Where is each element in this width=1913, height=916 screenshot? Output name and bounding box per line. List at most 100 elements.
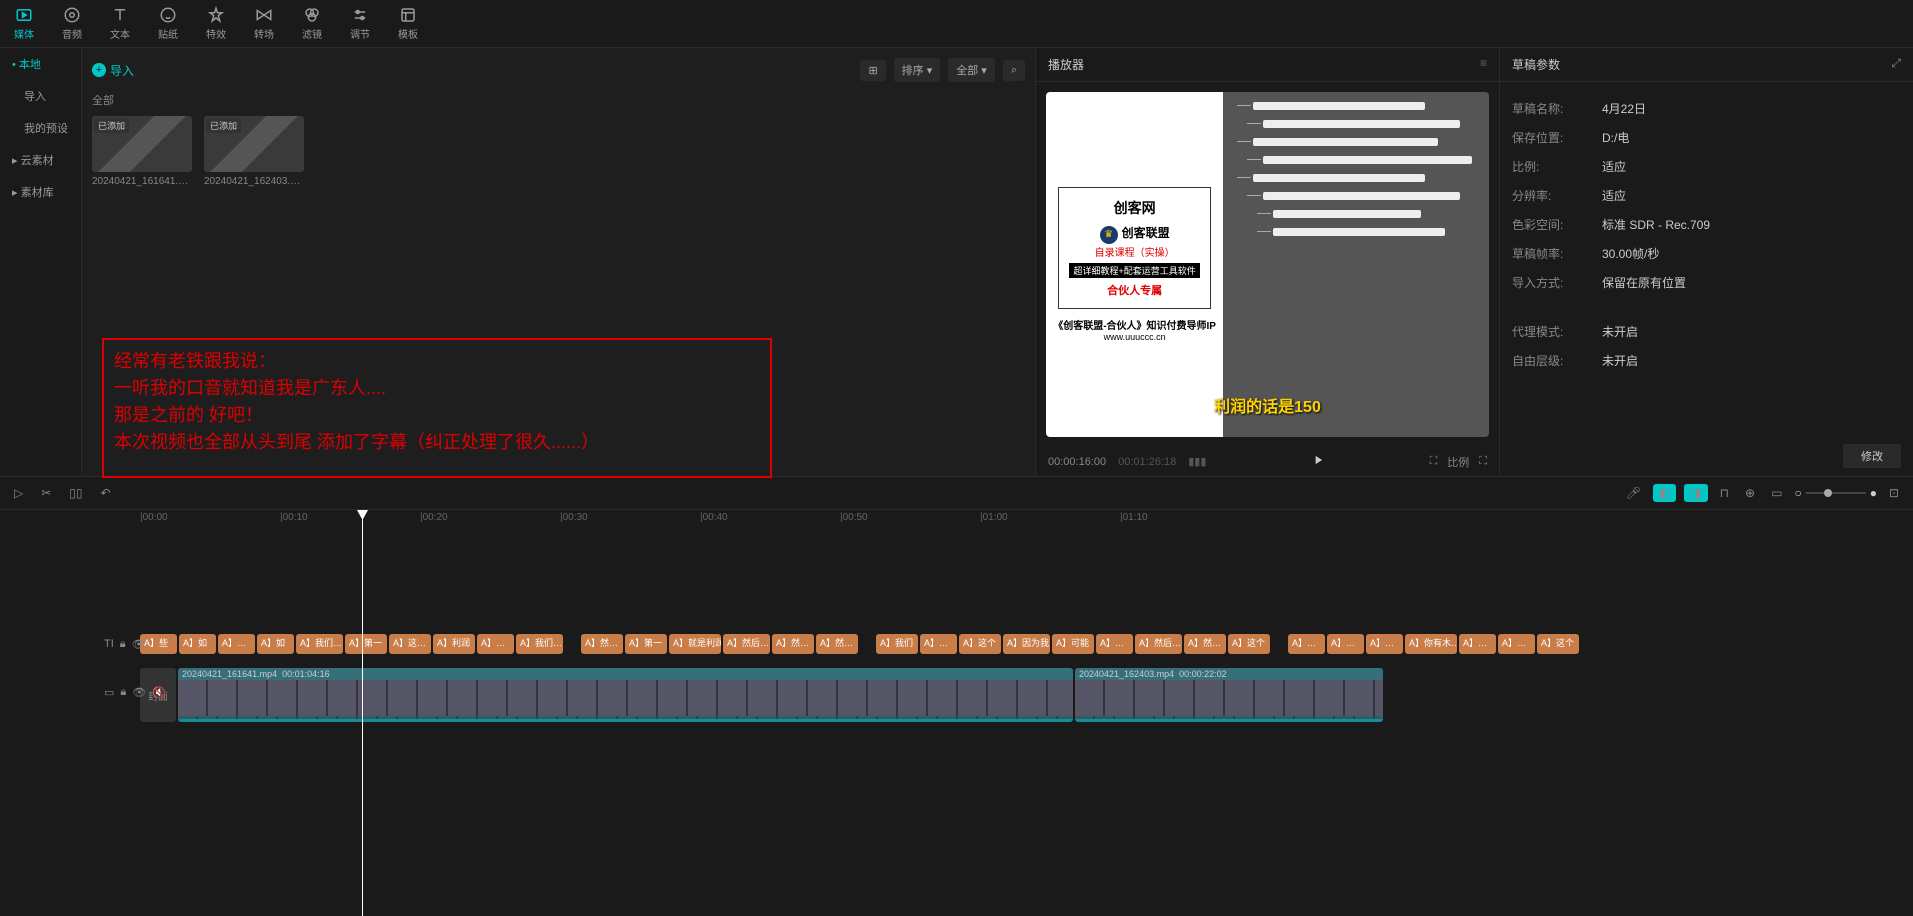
tool-transition[interactable]: 转场 bbox=[240, 0, 288, 47]
modify-button[interactable]: 修改 bbox=[1843, 444, 1901, 468]
subtitle-clip[interactable]: A】… bbox=[1459, 634, 1496, 654]
subtitle-clip[interactable]: A】然… bbox=[1184, 634, 1226, 654]
mic-icon[interactable]: 🎤︎ bbox=[1622, 484, 1645, 502]
media-thumb[interactable]: 已添加 20240421_162403.mp4 bbox=[204, 116, 304, 187]
main-layout: 本地 导入 我的预设 ▸ 云素材 ▸ 素材库 + 导入 ⊞ 排序 ▾ 全部 ▾ … bbox=[0, 48, 1913, 476]
ratio-button[interactable]: 比例 bbox=[1447, 454, 1469, 470]
properties-panel: 草稿参数 ⤢ 草稿名称:4月22日 保存位置:D:/电 比例:适应 分辨率:适应… bbox=[1499, 48, 1913, 476]
player-time-current: 00:00:16:00 bbox=[1048, 456, 1106, 468]
magnet-icon[interactable]: ⊓ bbox=[1716, 484, 1733, 502]
subtitle-clip[interactable]: A】… bbox=[477, 634, 514, 654]
tool-adjust[interactable]: 调节 bbox=[336, 0, 384, 47]
subtitle-clip[interactable]: A】然后… bbox=[723, 634, 770, 654]
crop-icon[interactable]: ⛶ bbox=[1430, 455, 1438, 468]
fullscreen-icon[interactable]: ⛶ bbox=[1479, 455, 1487, 468]
ruler-tick: |01:10 bbox=[1120, 512, 1148, 523]
tool-template[interactable]: 模板 bbox=[384, 0, 432, 47]
subtitle-clip[interactable]: A】… bbox=[1096, 634, 1133, 654]
play-button[interactable] bbox=[1311, 453, 1325, 470]
subtitle-clip[interactable]: A】第一 bbox=[345, 634, 387, 654]
import-button[interactable]: + 导入 bbox=[92, 62, 134, 79]
lock-icon[interactable]: 🔒︎ bbox=[120, 686, 126, 699]
subtitle-clip[interactable] bbox=[1272, 634, 1286, 654]
subtitle-clip[interactable]: A】这个 bbox=[959, 634, 1001, 654]
subtitle-clip[interactable]: A】可能 bbox=[1052, 634, 1094, 654]
subtitle-clip[interactable]: A】然… bbox=[816, 634, 858, 654]
subtitle-clip[interactable]: A】然后… bbox=[1135, 634, 1182, 654]
split-tool[interactable]: ▯▯ bbox=[65, 484, 86, 502]
subtitle-clip[interactable]: A】这… bbox=[389, 634, 431, 654]
video-track[interactable]: 封面 20240421_161641.mp4 00:01:04:16 20240… bbox=[100, 668, 1913, 722]
subtitle-clip[interactable]: A】… bbox=[920, 634, 957, 654]
subtitle-clip[interactable]: A】我们 bbox=[876, 634, 918, 654]
cut-tool[interactable]: ✂ bbox=[37, 484, 55, 502]
top-toolbar: 媒体 音频 文本 贴纸 特效 转场 滤镜 调节 模板 bbox=[0, 0, 1913, 48]
playhead[interactable] bbox=[362, 510, 363, 916]
video-clip[interactable]: 20240421_162403.mp4 00:00:22:02 bbox=[1075, 668, 1383, 722]
eye-icon[interactable]: 👁 bbox=[132, 638, 146, 651]
sidebar-library[interactable]: ▸ 素材库 bbox=[0, 176, 81, 208]
subtitle-clip[interactable]: A】… bbox=[218, 634, 255, 654]
timeline[interactable]: |00:00|00:10|00:20|00:30|00:40|00:50|01:… bbox=[0, 510, 1913, 916]
player-markers-icon[interactable]: ▮▮▮ bbox=[1188, 455, 1206, 468]
subtitle-clip[interactable]: A】我们… bbox=[516, 634, 563, 654]
sidebar-local[interactable]: 本地 bbox=[0, 48, 81, 80]
pointer-tool[interactable]: ▷ bbox=[10, 484, 27, 502]
player-menu-icon[interactable]: ≡ bbox=[1480, 56, 1487, 73]
sidebar-cloud[interactable]: ▸ 云素材 bbox=[0, 144, 81, 176]
undo-icon[interactable]: ↶ bbox=[97, 484, 115, 502]
tool-sticker[interactable]: 贴纸 bbox=[144, 0, 192, 47]
auto-caption-icon-2[interactable]: ◨ bbox=[1684, 484, 1707, 502]
subtitle-clip[interactable]: A】… bbox=[1288, 634, 1325, 654]
eye-icon[interactable]: 👁 bbox=[132, 686, 146, 699]
zoom-in-icon[interactable]: ● bbox=[1870, 486, 1877, 500]
player-viewport[interactable]: 创客网 ♛创客联盟 自录课程（实操） 超详细教程+配套运营工具软件 合伙人专属 … bbox=[1046, 92, 1489, 437]
lock-icon[interactable]: 🔒︎ bbox=[120, 638, 126, 651]
timeline-ruler[interactable]: |00:00|00:10|00:20|00:30|00:40|00:50|01:… bbox=[0, 510, 1913, 530]
subtitle-clip[interactable]: A】… bbox=[1327, 634, 1364, 654]
video-clip[interactable]: 20240421_161641.mp4 00:01:04:16 bbox=[178, 668, 1073, 722]
mute-icon[interactable]: 🔇 bbox=[152, 686, 166, 699]
expand-icon[interactable]: ⤢ bbox=[1891, 56, 1901, 73]
subtitle-clip[interactable]: A】这个 bbox=[1228, 634, 1270, 654]
subtitle-clip[interactable]: A】利润 bbox=[433, 634, 475, 654]
subtitle-clip[interactable]: A】… bbox=[1366, 634, 1403, 654]
fit-icon[interactable]: ⊡ bbox=[1885, 484, 1903, 502]
link-icon[interactable]: ⊕ bbox=[1741, 484, 1759, 502]
subtitle-clip[interactable]: A】这个 bbox=[1537, 634, 1579, 654]
filter-all-button[interactable]: 全部 ▾ bbox=[948, 58, 995, 82]
search-button[interactable]: ⌕ bbox=[1003, 60, 1025, 81]
subtitle-clip[interactable] bbox=[565, 634, 579, 654]
sidebar-import[interactable]: 导入 bbox=[0, 80, 81, 112]
subtitle-track[interactable]: A】些A】如A】…A】如A】我们…A】第一A】这…A】利润A】…A】我们…A】然… bbox=[100, 634, 1579, 654]
timeline-toolbar: ▷ ✂ ▯▯ ↶ 🎤︎ ◧ ◨ ⊓ ⊕ ▭ ○ ● ⊡ bbox=[0, 476, 1913, 510]
tool-text[interactable]: 文本 bbox=[96, 0, 144, 47]
sort-button[interactable]: 排序 ▾ bbox=[894, 58, 941, 82]
zoom-out-icon[interactable]: ○ bbox=[1794, 486, 1801, 500]
ruler-tick: |01:00 bbox=[980, 512, 1008, 523]
subtitle-clip[interactable]: A】就是利润 bbox=[669, 634, 721, 654]
view-grid-button[interactable]: ⊞ bbox=[860, 60, 885, 81]
tool-effect[interactable]: 特效 bbox=[192, 0, 240, 47]
media-breadcrumb[interactable]: 全部 bbox=[92, 92, 1025, 108]
tool-media[interactable]: 媒体 bbox=[0, 0, 48, 47]
subtitle-clip[interactable]: A】如 bbox=[257, 634, 294, 654]
subtitle-clip[interactable]: A】第一 bbox=[625, 634, 667, 654]
tool-audio[interactable]: 音频 bbox=[48, 0, 96, 47]
tool-filter[interactable]: 滤镜 bbox=[288, 0, 336, 47]
preview-icon[interactable]: ▭ bbox=[1767, 484, 1786, 502]
subtitle-clip[interactable]: A】你有木… bbox=[1405, 634, 1457, 654]
subtitle-clip[interactable]: A】因为我 bbox=[1003, 634, 1050, 654]
auto-caption-icon[interactable]: ◧ bbox=[1653, 484, 1676, 502]
subtitle-clip[interactable]: A】然… bbox=[581, 634, 623, 654]
player-panel: 播放器 ≡ 创客网 ♛创客联盟 自录课程（实操） 超详细教程+配套运营工具软件 … bbox=[1035, 48, 1499, 476]
subtitle-track-controls[interactable]: TI 🔒︎ 👁 bbox=[104, 638, 194, 651]
media-thumb[interactable]: 已添加 20240421_161641.mp4 bbox=[92, 116, 192, 187]
sidebar-presets[interactable]: 我的预设 bbox=[0, 112, 81, 144]
subtitle-clip[interactable]: A】然… bbox=[772, 634, 814, 654]
subtitle-clip[interactable]: A】… bbox=[1498, 634, 1535, 654]
subtitle-clip[interactable]: A】我们… bbox=[296, 634, 343, 654]
subtitle-clip[interactable] bbox=[860, 634, 874, 654]
ruler-tick: |00:20 bbox=[420, 512, 448, 523]
zoom-slider[interactable]: ○ ● bbox=[1794, 486, 1877, 500]
